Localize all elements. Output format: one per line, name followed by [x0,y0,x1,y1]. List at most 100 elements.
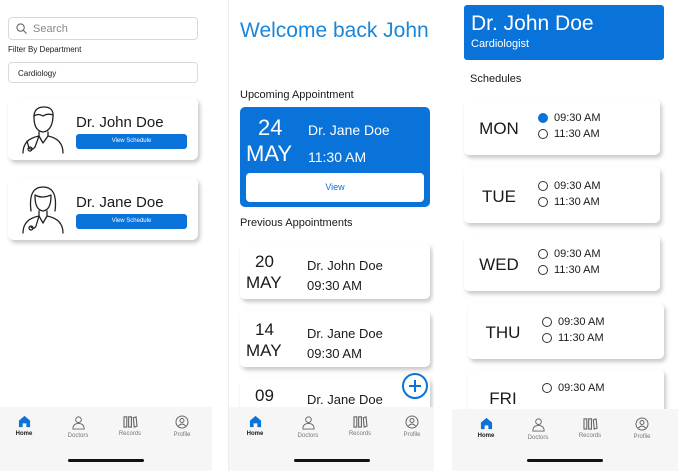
radio-button[interactable] [538,265,548,275]
schedule-screen: Dr. John Doe Cardiologist Schedules MON … [452,0,678,471]
nav-label: Home [477,433,495,439]
slot-time: 09:30 AM [554,180,601,192]
search-box[interactable] [8,17,198,40]
nav-home[interactable]: Home [4,415,44,437]
time-slot[interactable]: 09:30 AM [538,112,600,124]
upcoming-appointment-card[interactable]: 24 MAY Dr. Jane Doe 11:30 AM View [240,107,430,207]
day-card-wed: WED 09:30 AM 11:30 AM [464,235,660,291]
welcome-heading: Welcome back John [240,19,429,42]
nav-label: Records [348,431,372,437]
time-slot[interactable]: 09:30 AM [542,382,604,394]
time-slot[interactable]: 09:30 AM [542,316,604,328]
home-indicator [527,459,603,462]
radio-button[interactable] [542,333,552,343]
bottom-nav: Home Doctors Records Profile [229,407,434,471]
nav-doctors[interactable]: Doctors [58,415,98,439]
nav-profile[interactable]: Profile [392,415,432,438]
nav-records[interactable]: Records [340,415,380,437]
nav-records[interactable]: Records [110,415,150,437]
day-card-thu: THU 09:30 AM 11:30 AM [468,303,664,359]
home-icon [18,415,30,428]
home-icon [249,415,261,428]
nav-doctors[interactable]: Doctors [288,415,328,439]
appointment-doctor: Dr. Jane Doe [308,122,390,138]
time-slot[interactable]: 09:30 AM [538,180,600,192]
slot-time: 09:30 AM [554,248,601,260]
day-name: TUE [482,187,516,206]
appointment-doctor: Dr. Jane Doe [307,392,383,407]
nav-label: Home [246,431,264,437]
slot-time: 11:30 AM [558,332,604,344]
doctor-name: Dr. John Doe [471,12,594,35]
search-icon [16,23,27,34]
department-select[interactable]: Cardiology [8,62,198,83]
nav-label: Doctors [297,433,319,439]
profile-icon [405,415,419,429]
bottom-nav: Home Doctors Records Profile [0,407,212,471]
doctor-icon [71,416,85,430]
previous-title: Previous Appointments [240,217,353,229]
slot-time: 11:30 AM [554,128,600,140]
filter-label: Filter By Department [8,45,82,54]
appointment-month: MAY [246,273,282,292]
time-slot[interactable]: 11:30 AM [538,196,600,208]
home-screen: Welcome back John Upcoming Appointment 2… [228,0,434,471]
radio-button[interactable] [538,249,548,259]
nav-home[interactable]: Home [466,417,506,439]
previous-appointment-card[interactable]: 20 MAY Dr. John Doe 09:30 AM [240,243,430,299]
nav-label: Home [15,431,33,437]
slot-time: 11:30 AM [554,196,600,208]
slot-time: 11:30 AM [554,264,600,276]
home-indicator [68,459,144,462]
doctor-name: Dr. John Doe [76,114,164,131]
doctor-icon [301,416,315,430]
time-slot[interactable]: 11:30 AM [542,332,604,344]
upcoming-title: Upcoming Appointment [240,89,354,101]
doctor-card[interactable]: Dr. Jane Doe View Schedule [8,177,198,240]
add-appointment-button[interactable] [402,373,428,399]
doctor-icon [531,418,545,432]
nav-profile[interactable]: Profile [622,417,662,440]
radio-button[interactable] [542,317,552,327]
previous-appointment-card[interactable]: 14 MAY Dr. Jane Doe 09:30 AM [240,311,430,367]
radio-button[interactable] [542,383,552,393]
time-slot[interactable]: 11:30 AM [538,128,600,140]
nav-label: Profile [173,432,191,438]
doctor-name: Dr. Jane Doe [76,194,164,211]
appointment-doctor: Dr. Jane Doe [307,326,383,341]
nav-home[interactable]: Home [235,415,275,437]
view-appointment-button[interactable]: View [246,173,424,202]
radio-button[interactable] [538,197,548,207]
search-input[interactable] [33,22,183,35]
appointment-day: 14 [255,320,274,339]
nav-label: Doctors [527,435,549,441]
appointment-month: MAY [246,141,293,166]
slot-time: 09:30 AM [554,112,601,124]
doctor-specialty: Cardiologist [471,38,530,50]
radio-button[interactable] [538,129,548,139]
radio-button[interactable] [538,181,548,191]
female-doctor-icon [22,186,64,234]
home-icon [480,417,492,430]
bottom-nav: Home Doctors Records Profile [452,409,678,471]
time-slot[interactable]: 11:30 AM [538,264,600,276]
appointment-time: 09:30 AM [307,346,362,361]
nav-label: Records [118,431,142,437]
nav-doctors[interactable]: Doctors [518,417,558,441]
male-doctor-icon [22,106,64,154]
schedules-title: Schedules [470,73,522,85]
nav-records[interactable]: Records [570,417,610,439]
view-schedule-button[interactable]: View Schedule [76,214,187,229]
radio-button[interactable] [538,113,548,123]
time-slot[interactable]: 09:30 AM [538,248,600,260]
profile-icon [175,415,189,429]
day-name: WED [479,255,519,274]
doctor-card[interactable]: Dr. John Doe View Schedule [8,97,198,160]
view-schedule-button[interactable]: View Schedule [76,134,187,149]
day-name: FRI [489,389,517,408]
nav-profile[interactable]: Profile [162,415,202,438]
records-icon [122,416,138,428]
appointment-time: 09:30 AM [307,278,362,293]
nav-label: Profile [403,432,421,438]
home-indicator [293,459,370,462]
